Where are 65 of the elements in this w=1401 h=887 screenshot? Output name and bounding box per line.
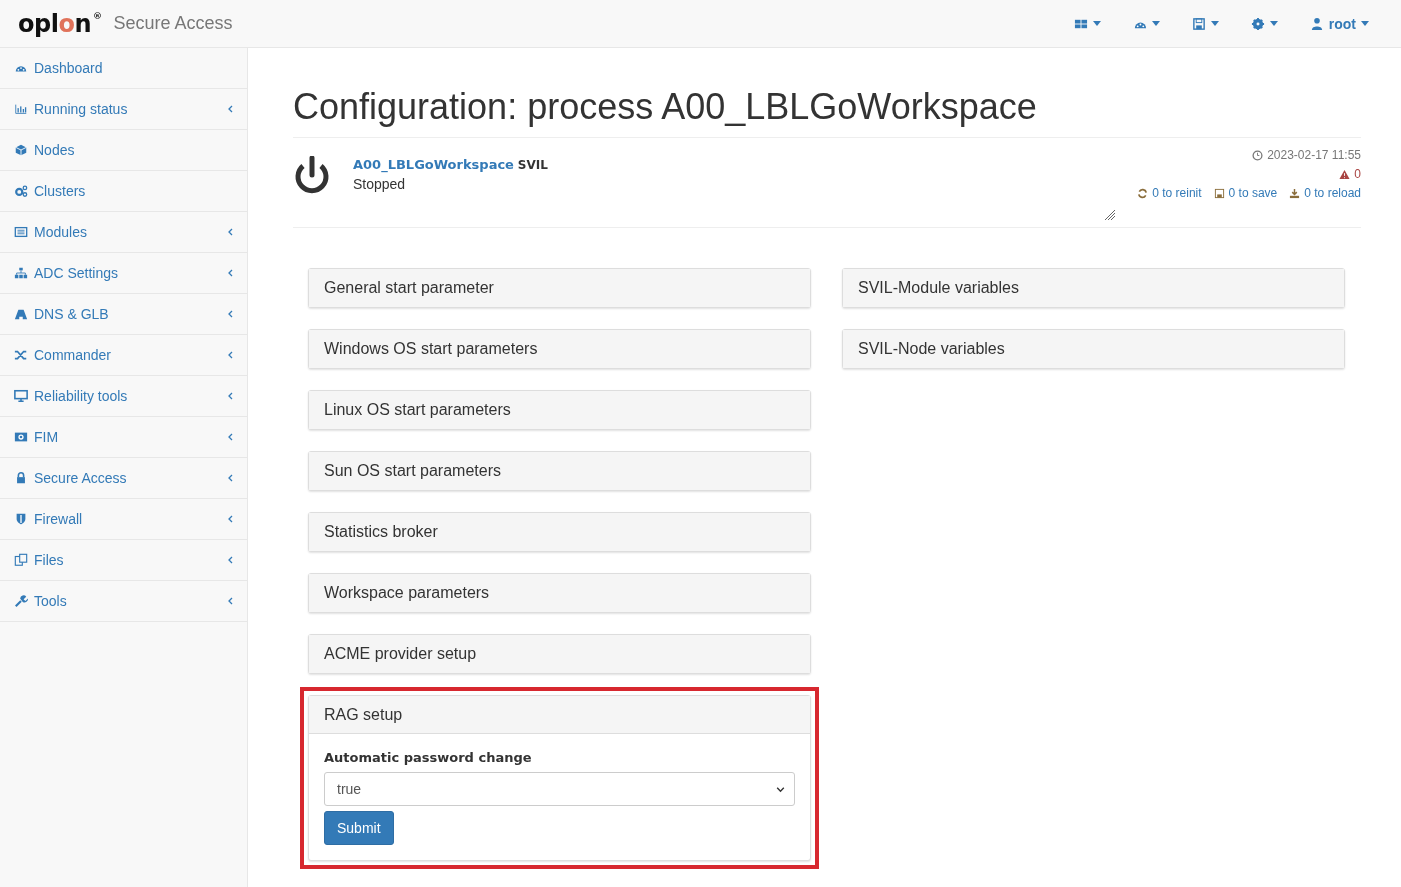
field-label: Automatic password change [324, 750, 533, 765]
warning-count: 0 [1354, 167, 1361, 181]
panel-header[interactable]: SVIL-Node variables [843, 330, 1344, 368]
power-icon [293, 156, 331, 196]
road-icon [14, 307, 28, 321]
sidebar-item[interactable]: ADC Settings [0, 253, 247, 294]
download-icon [1289, 187, 1301, 199]
shuffle-icon [14, 348, 28, 362]
sitemap-icon [14, 266, 28, 280]
panel-header[interactable]: Statistics broker [309, 513, 810, 551]
timestamp: 2023-02-17 11:55 [1267, 148, 1361, 162]
sidebar-item[interactable]: DNS & GLB [0, 294, 247, 335]
sidebar-item[interactable]: Firewall [0, 499, 247, 540]
caret-icon [1210, 21, 1219, 26]
user-menu[interactable]: root [1293, 0, 1385, 47]
sidebar-item[interactable]: Secure Access [0, 458, 247, 499]
panel-header[interactable]: Windows OS start parameters [309, 330, 810, 368]
submit-button[interactable]: Submit [324, 811, 394, 845]
caret-icon [1269, 21, 1278, 26]
files-icon [14, 553, 28, 567]
camera-icon [14, 430, 28, 444]
reload-link[interactable]: 0 to reload [1289, 186, 1361, 200]
list-icon [14, 225, 28, 239]
cube-icon [14, 143, 28, 157]
sidebar-item[interactable]: Modules [0, 212, 247, 253]
refresh-icon [1137, 187, 1149, 199]
sidebar-item[interactable]: Reliability tools [0, 376, 247, 417]
sidebar-item[interactable]: Tools [0, 581, 247, 622]
sidebar-item[interactable]: Nodes [0, 130, 247, 171]
clock-icon [1252, 149, 1264, 161]
warning-icon [1339, 168, 1351, 180]
panel-header[interactable]: Linux OS start parameters [309, 391, 810, 429]
settings-icon [1250, 16, 1265, 31]
sidebar-item[interactable]: Files [0, 540, 247, 581]
gears-icon [14, 184, 28, 198]
resize-handle-icon[interactable] [1103, 209, 1117, 221]
panel-header[interactable]: ACME provider setup [309, 635, 810, 673]
panel-header[interactable]: RAG setup [309, 696, 810, 734]
panel-header[interactable]: General start parameter [309, 269, 810, 307]
process-name: A00_LBLGoWorkspace SVIL [353, 156, 548, 172]
sidebar-item[interactable]: FIM [0, 417, 247, 458]
reinit-link[interactable]: 0 to reinit [1137, 186, 1202, 200]
user-icon [1309, 16, 1324, 31]
page-title: Configuration: process A00_LBLGoWorkspace [293, 86, 1361, 138]
save-link[interactable]: 0 to save [1213, 186, 1278, 200]
panel-header[interactable]: SVIL-Module variables [843, 269, 1344, 307]
panel-header[interactable]: Workspace parameters [309, 574, 810, 612]
wrench-icon [14, 594, 28, 608]
sidebar-item[interactable]: Running status [0, 89, 247, 130]
lock-icon [14, 471, 28, 485]
caret-icon [1151, 21, 1160, 26]
bar-chart-icon [14, 102, 28, 116]
panel-header[interactable]: Sun OS start parameters [309, 452, 810, 490]
sidebar-item[interactable]: Commander [0, 335, 247, 376]
product-name: Secure Access [113, 13, 233, 34]
shield-icon [14, 512, 28, 526]
process-status: Stopped [353, 176, 407, 192]
caret-icon [1092, 21, 1101, 26]
process-link[interactable]: A00_LBLGoWorkspace [353, 157, 514, 172]
sidebar-item[interactable]: Clusters [0, 171, 247, 212]
select-field[interactable]: true [324, 772, 795, 806]
sidebar-item[interactable]: Dashboard [0, 48, 247, 89]
logo[interactable]: oplon$^{®}$ [18, 11, 102, 36]
monitor-icon [14, 389, 28, 403]
caret-icon [1361, 21, 1369, 26]
